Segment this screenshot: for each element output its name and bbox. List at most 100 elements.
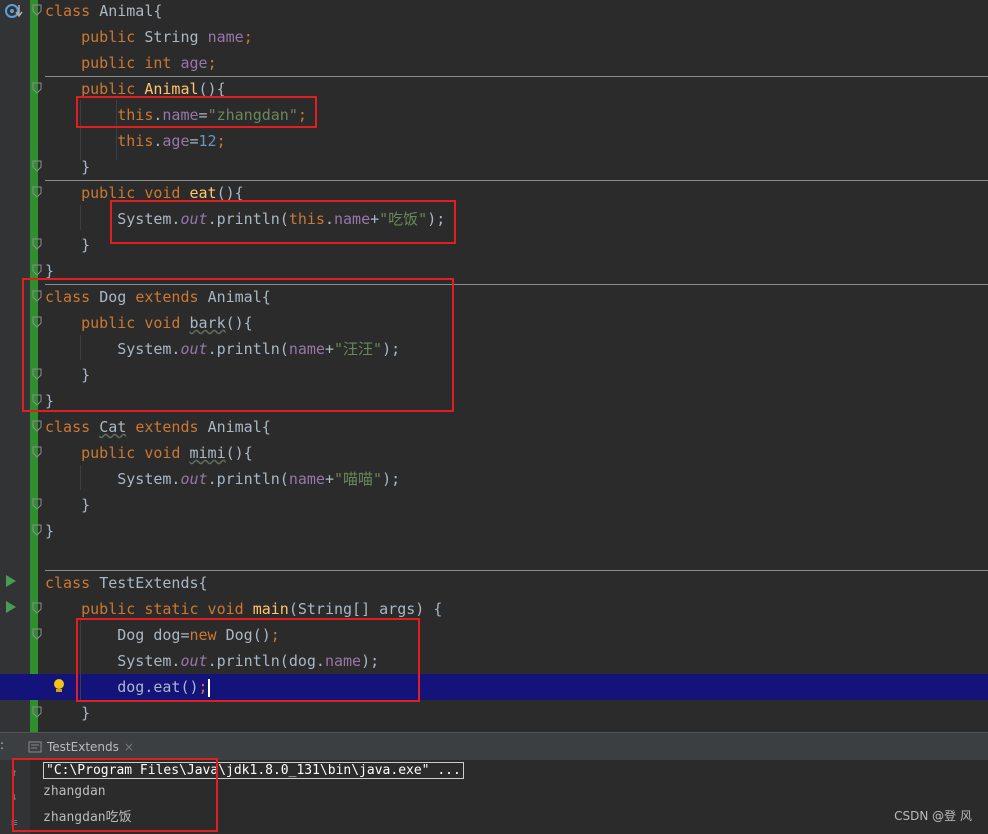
fold-marker-icon[interactable] [32, 4, 42, 16]
run-tool-window-header: : TestExtends × [0, 732, 988, 761]
code-editor[interactable]: class Animal{ public String name; public… [0, 0, 988, 732]
fold-marker-icon[interactable] [32, 160, 42, 172]
run-console[interactable]: ↑ ↓ ≡ "C:\Program Files\Java\jdk1.8.0_13… [0, 758, 988, 834]
fold-marker-icon[interactable] [32, 420, 42, 432]
code-token: public [45, 28, 145, 46]
watermark: CSDN @登 风 [894, 809, 972, 823]
fold-marker-shape [32, 628, 42, 640]
code-token: extends [135, 418, 208, 436]
code-line[interactable]: dog.eat(); [0, 674, 988, 700]
side-label: : [0, 738, 5, 752]
code-line[interactable]: public String name; [0, 24, 988, 50]
scroll-down-icon[interactable]: ↓ [11, 790, 18, 803]
code-token: (){ [225, 444, 253, 462]
tab-run-config[interactable]: TestExtends × [22, 733, 140, 761]
code-token: ; [198, 678, 208, 696]
code-token: } [45, 236, 91, 254]
fold-marker-shape [32, 264, 42, 276]
code-line[interactable]: public Animal(){ [0, 76, 988, 102]
fold-marker-icon[interactable] [32, 446, 42, 458]
run-class-icon[interactable] [6, 575, 16, 587]
override-icon[interactable] [4, 2, 24, 20]
code-line[interactable]: class Animal{ [0, 0, 988, 24]
code-line[interactable]: public void eat(){ [0, 180, 988, 206]
code-token: public [45, 80, 145, 98]
code-token: .println( [207, 340, 289, 358]
code-token: System. [45, 340, 181, 358]
code-line[interactable]: class TestExtends{ [0, 570, 988, 596]
fold-marker-icon[interactable] [32, 238, 42, 250]
code-token: public int [45, 54, 181, 72]
code-line[interactable]: } [0, 388, 988, 414]
code-token: Cat [99, 418, 127, 436]
code-text: } [45, 492, 90, 518]
code-token: ; [270, 626, 280, 644]
lightbulb-icon[interactable] [52, 677, 66, 695]
code-line[interactable]: public int age; [0, 50, 988, 76]
code-token: public static void [45, 600, 253, 618]
code-line[interactable]: } [0, 700, 988, 726]
code-token: String [144, 28, 208, 46]
code-token: bark [189, 314, 226, 332]
code-token: "zhangdan" [207, 106, 298, 124]
code-text: class Dog extends Animal{ [45, 284, 271, 310]
code-token: } [45, 704, 91, 722]
code-token: ); [361, 652, 380, 670]
code-line[interactable]: public void mimi(){ [0, 440, 988, 466]
fold-marker-icon[interactable] [32, 316, 42, 328]
code-token: public void [45, 184, 190, 202]
code-line[interactable]: System.out.println(name+"喵喵"); [0, 466, 988, 492]
code-line[interactable]: } [0, 232, 988, 258]
code-line[interactable]: class Dog extends Animal{ [0, 284, 988, 310]
code-line[interactable]: } [0, 258, 988, 284]
code-token: public void [45, 314, 190, 332]
code-line[interactable]: System.out.println(dog.name); [0, 648, 988, 674]
code-line[interactable]: } [0, 154, 988, 180]
fold-marker-icon[interactable] [32, 368, 42, 380]
code-line[interactable]: } [0, 362, 988, 388]
code-line[interactable]: } [0, 492, 988, 518]
code-line[interactable]: public static void main(String[] args) { [0, 596, 988, 622]
fold-marker-icon[interactable] [32, 82, 42, 94]
code-line[interactable]: Dog dog=new Dog(); [0, 622, 988, 648]
code-token: (String[] args) { [288, 600, 443, 618]
fold-marker-icon[interactable] [32, 498, 42, 510]
indent-guide [80, 620, 81, 700]
code-token: extends [135, 288, 208, 306]
soft-wrap-icon[interactable]: ≡ [11, 816, 18, 829]
code-line[interactable]: this.age=12; [0, 128, 988, 154]
code-token: "汪汪" [334, 340, 383, 358]
fold-marker-icon[interactable] [32, 290, 42, 302]
code-line[interactable]: System.out.println(this.name+"吃饭"); [0, 206, 988, 232]
code-token: System. [45, 470, 181, 488]
code-text: public int age; [45, 50, 216, 76]
fold-marker-icon[interactable] [32, 706, 42, 718]
fold-marker-icon[interactable] [32, 394, 42, 406]
console-output-line: zhangdan [43, 784, 106, 799]
code-line[interactable]: this.name="zhangdan"; [0, 102, 988, 128]
fold-marker-shape [32, 290, 42, 302]
code-line[interactable]: System.out.println(name+"汪汪"); [0, 336, 988, 362]
close-icon[interactable]: × [124, 733, 134, 761]
indent-guide [80, 205, 81, 230]
fold-marker-shape [32, 446, 42, 458]
fold-marker-icon[interactable] [32, 602, 42, 614]
scroll-up-icon[interactable]: ↑ [11, 766, 18, 779]
fold-marker-icon[interactable] [32, 264, 42, 276]
code-text: System.out.println(dog.name); [45, 648, 379, 674]
code-token: public void [45, 444, 190, 462]
run-main-icon[interactable] [6, 601, 16, 613]
code-line[interactable]: } [0, 518, 988, 544]
code-line[interactable] [0, 544, 988, 570]
fold-marker-shape [32, 524, 42, 536]
fold-marker-icon[interactable] [32, 628, 42, 640]
code-token: . [324, 210, 334, 228]
fold-marker-icon[interactable] [32, 186, 42, 198]
console-command-line: "C:\Program Files\Java\jdk1.8.0_131\bin\… [43, 762, 464, 779]
code-token: main [252, 600, 289, 618]
fold-marker-icon[interactable] [32, 524, 42, 536]
code-token: TestExtends{ [99, 574, 208, 592]
code-line[interactable]: public void bark(){ [0, 310, 988, 336]
code-token: age [162, 132, 190, 150]
code-line[interactable]: class Cat extends Animal{ [0, 414, 988, 440]
